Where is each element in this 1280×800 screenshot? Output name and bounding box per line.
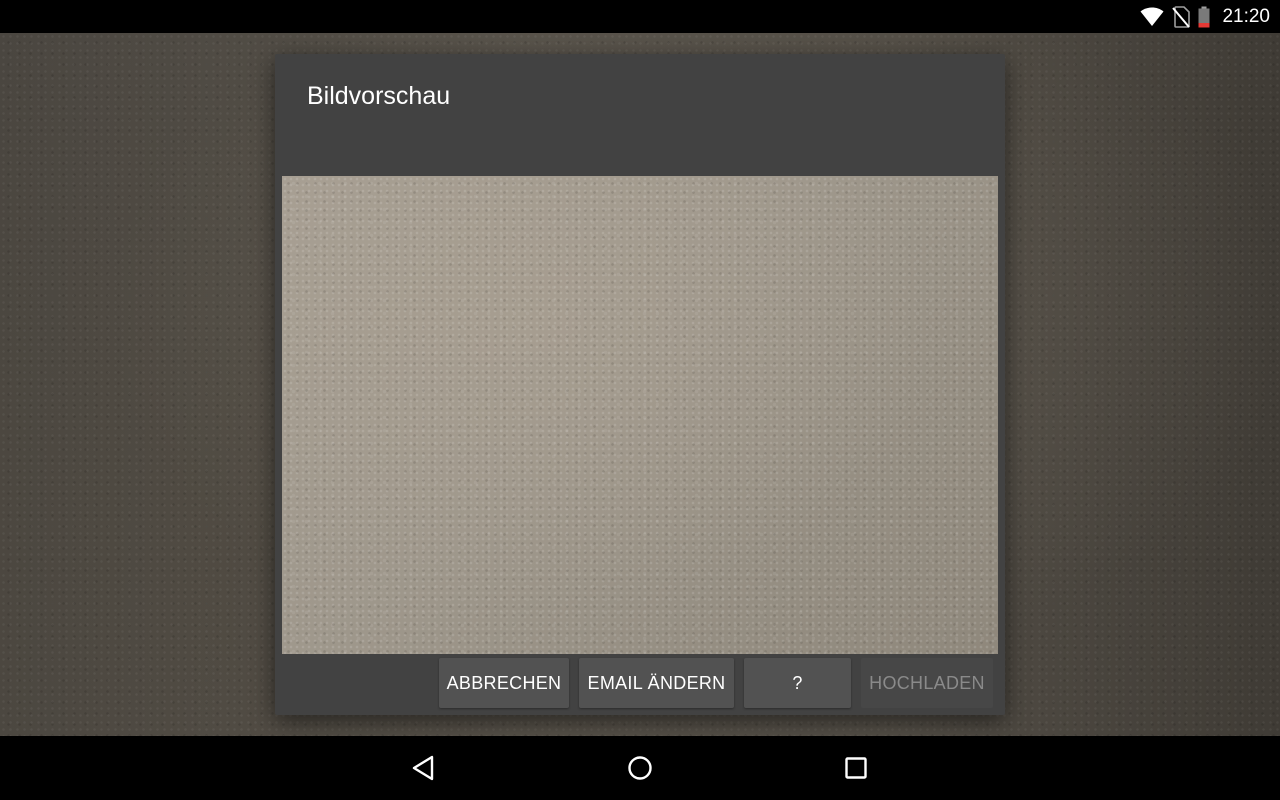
back-icon[interactable] bbox=[404, 748, 444, 788]
upload-button[interactable]: HOCHLADEN bbox=[861, 658, 993, 708]
status-bar: 21:20 bbox=[0, 0, 1280, 33]
help-button[interactable]: ? bbox=[744, 658, 851, 708]
status-icons: 21:20 bbox=[1140, 0, 1270, 33]
recents-icon[interactable] bbox=[836, 748, 876, 788]
no-sim-icon bbox=[1172, 5, 1191, 28]
battery-low-icon bbox=[1198, 6, 1210, 28]
dialog-title: Bildvorschau bbox=[307, 82, 451, 110]
navigation-bar bbox=[0, 736, 1280, 800]
image-preview bbox=[282, 176, 998, 654]
cancel-button[interactable]: ABBRECHEN bbox=[439, 658, 569, 708]
change-email-button[interactable]: EMAIL ÄNDERN bbox=[579, 658, 734, 708]
dialog-button-bar: ABBRECHEN EMAIL ÄNDERN ? HOCHLADEN bbox=[275, 658, 1005, 708]
clock: 21:20 bbox=[1222, 5, 1270, 27]
wifi-icon bbox=[1140, 7, 1164, 27]
home-icon[interactable] bbox=[620, 748, 660, 788]
image-preview-dialog: Bildvorschau ABBRECHEN EMAIL ÄNDERN ? HO… bbox=[275, 54, 1005, 715]
